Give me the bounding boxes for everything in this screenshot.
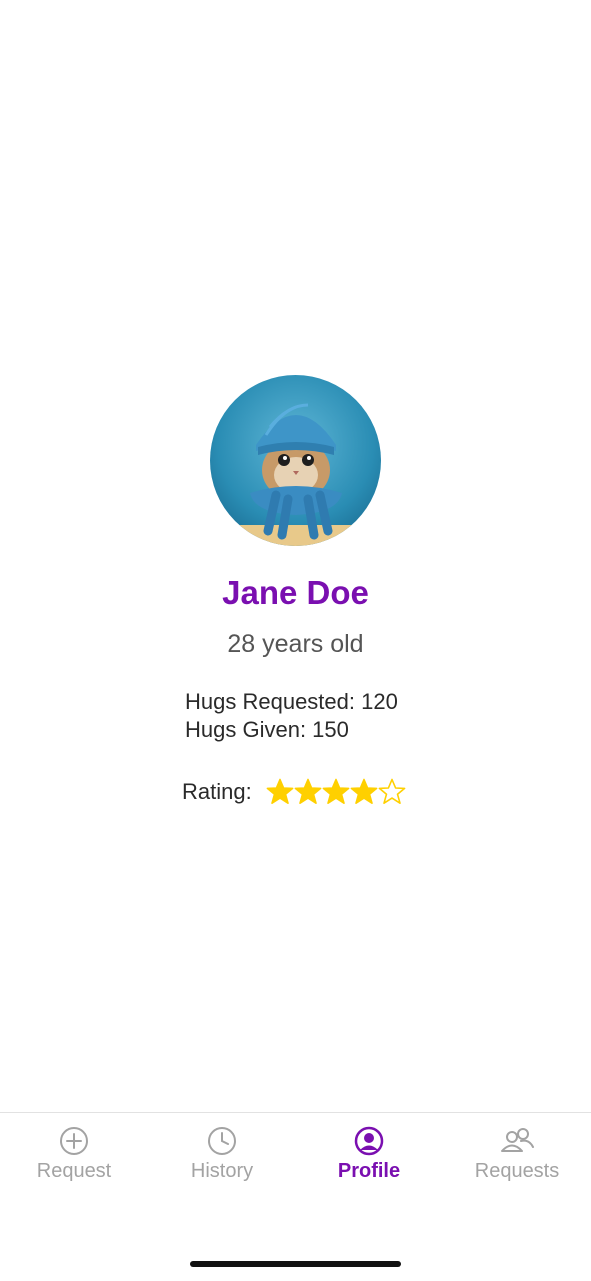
tab-requests-label: Requests [474,1160,560,1182]
tab-requests[interactable]: Requests [443,1125,591,1183]
rating-row: Rating: [182,774,406,810]
bottom-tab-bar: Request History Profile Requests [0,1112,591,1281]
avatar [210,375,381,546]
kitten-avatar-image [210,375,381,546]
users-icon [501,1128,534,1152]
tab-history-label: History [190,1160,254,1182]
hugs-given-stat: Hugs Given: 150 [185,717,349,742]
home-indicator [190,1261,401,1267]
star-filled-icon [350,778,378,805]
tab-profile[interactable]: Profile [295,1125,443,1183]
hugs-requested-stat: Hugs Requested: 120 [185,689,398,714]
user-circle-icon [354,1126,384,1156]
profile-screen: Jane Doe 28 years old Hugs Requested: 12… [0,0,591,1112]
tab-request-label: Request [36,1160,112,1182]
profile-name: Jane Doe [222,574,369,611]
clock-icon [208,1127,236,1155]
tab-history[interactable]: History [148,1125,296,1183]
star-empty-icon [378,778,406,805]
rating-label: Rating: [182,779,252,804]
star-filled-icon [266,778,294,805]
profile-age: 28 years old [227,630,364,658]
tab-request[interactable]: Request [0,1125,148,1183]
star-filled-icon [294,778,322,805]
plus-circle-icon [60,1127,88,1155]
star-filled-icon [322,778,350,805]
rating-stars [266,778,406,806]
tab-profile-label: Profile [337,1160,401,1182]
